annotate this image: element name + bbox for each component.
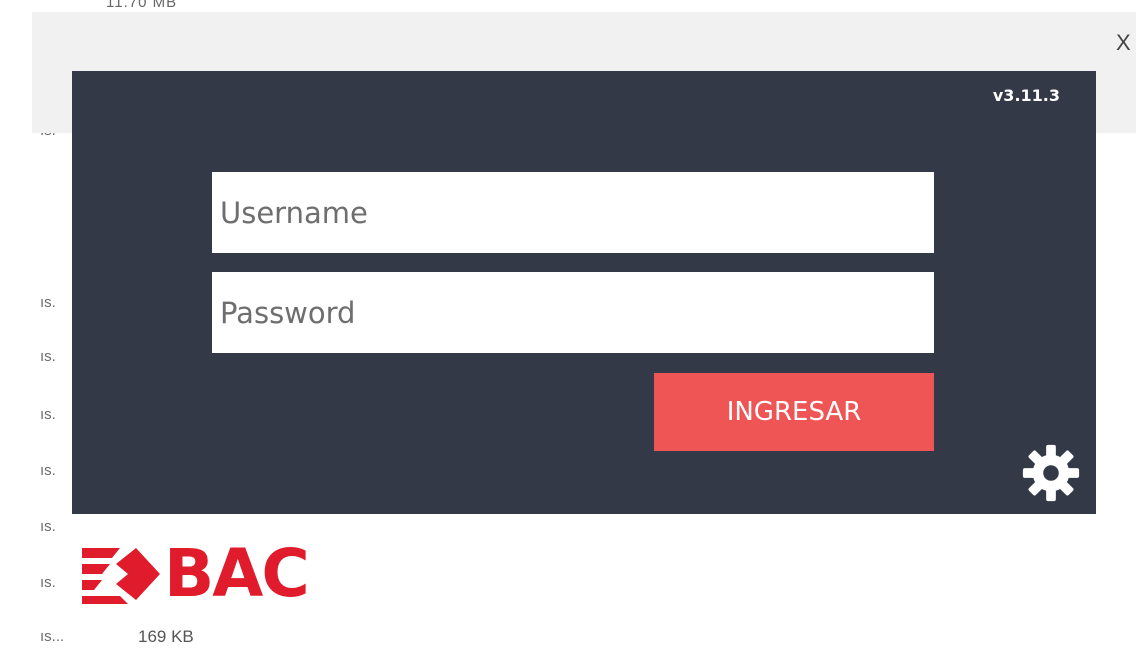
background-row-label: ıs. bbox=[40, 294, 56, 311]
bac-logo-mark-icon bbox=[82, 548, 160, 604]
login-panel: v3.11.3 INGRESAR bbox=[72, 71, 1096, 514]
background-row-label: ıs. bbox=[40, 574, 56, 591]
background-file-size-top: 11.70 MB bbox=[106, 0, 178, 11]
username-input[interactable] bbox=[212, 172, 934, 253]
background-file-size: 169 KB bbox=[138, 627, 194, 646]
gear-icon[interactable] bbox=[1020, 442, 1082, 504]
close-button[interactable]: X bbox=[1116, 30, 1131, 56]
bac-logo: BAC bbox=[80, 535, 310, 612]
background-row-label: ıs. bbox=[40, 406, 56, 423]
password-input[interactable] bbox=[212, 272, 934, 353]
version-label: v3.11.3 bbox=[992, 86, 1060, 105]
login-button[interactable]: INGRESAR bbox=[654, 373, 934, 451]
background-row-label: ıs. bbox=[40, 348, 56, 365]
background-row-label: ıs... bbox=[40, 628, 65, 645]
background-row-label: ıs. bbox=[40, 518, 56, 535]
background-row-label: ıs. bbox=[40, 462, 56, 479]
bac-logo-text: BAC bbox=[164, 535, 310, 612]
